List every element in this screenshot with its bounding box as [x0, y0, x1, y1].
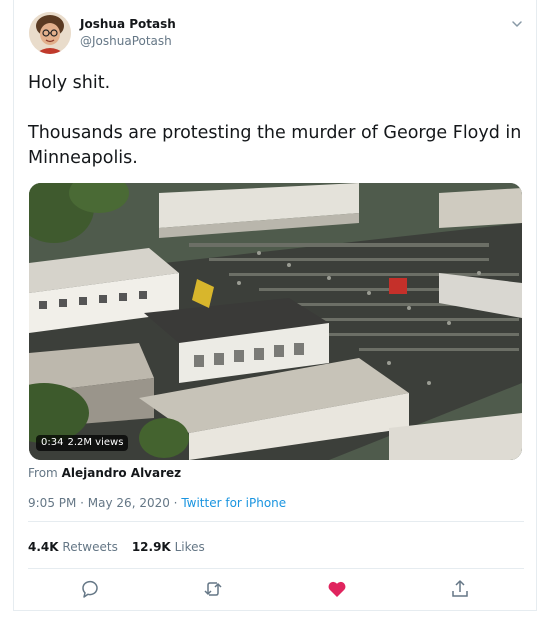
from-author-link[interactable]: Alejandro Alvarez: [62, 466, 182, 480]
media-attribution: From Alejandro Alvarez: [28, 466, 181, 480]
heart-icon[interactable]: [326, 578, 348, 600]
retweets-count: 4.4K: [28, 540, 59, 554]
tweet-stats: 4.4K Retweets 12.9K Likes: [28, 540, 205, 554]
tweet-source-link[interactable]: Twitter for iPhone: [181, 496, 286, 510]
video-duration-badge: 0:34 2.2M views: [36, 435, 129, 451]
from-prefix: From: [28, 466, 58, 480]
retweet-icon[interactable]: [202, 578, 224, 600]
video-player[interactable]: 0:34 2.2M views: [29, 183, 522, 460]
divider: [28, 568, 524, 569]
tweet-text-line: Thousands are protesting the murder of G…: [28, 123, 522, 168]
retweets-stat[interactable]: 4.4K Retweets: [28, 540, 118, 554]
video-duration: 0:34: [41, 437, 64, 448]
avatar[interactable]: [29, 12, 71, 54]
author-handle[interactable]: @JoshuaPotash: [80, 34, 172, 48]
divider: [28, 521, 524, 522]
tweet-meta: 9:05 PM · May 26, 2020 · Twitter for iPh…: [28, 496, 286, 510]
likes-stat[interactable]: 12.9K Likes: [132, 540, 205, 554]
video-views: 2.2M views: [67, 437, 124, 448]
tweet-card: Joshua Potash @JoshuaPotash Holy shit. T…: [13, 0, 537, 611]
video-thumbnail: [29, 183, 522, 460]
author-name[interactable]: Joshua Potash: [80, 17, 176, 31]
tweet-text: Holy shit. Thousands are protesting the …: [28, 71, 528, 171]
chevron-down-icon[interactable]: [510, 16, 524, 30]
likes-count: 12.9K: [131, 540, 171, 554]
tweet-timestamp[interactable]: 9:05 PM · May 26, 2020 ·: [28, 496, 181, 510]
likes-label: Likes: [174, 540, 205, 554]
tweet-text-line: Holy shit.: [28, 73, 111, 93]
tweet-actions: [14, 578, 538, 604]
share-icon[interactable]: [449, 578, 471, 600]
retweets-label: Retweets: [62, 540, 118, 554]
reply-icon[interactable]: [79, 578, 101, 600]
